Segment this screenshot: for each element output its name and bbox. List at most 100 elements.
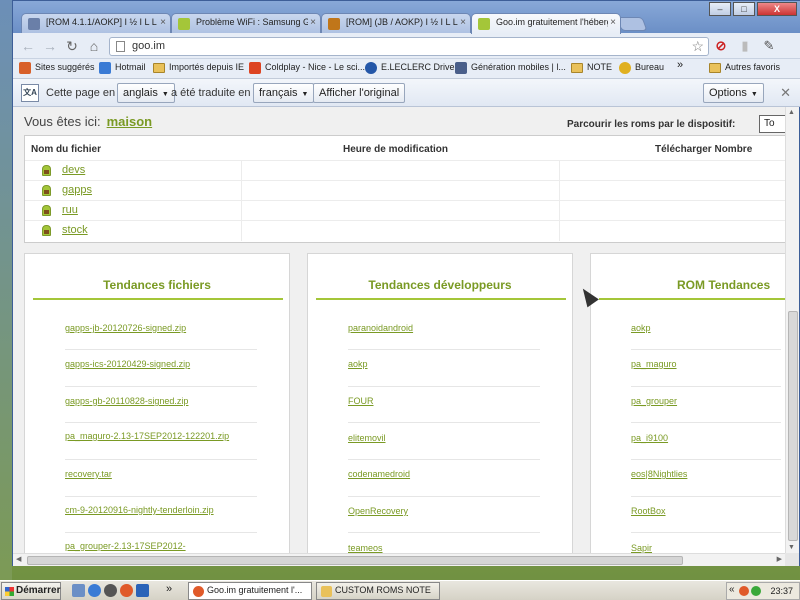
column-header-filename[interactable]: Nom du fichier — [31, 144, 101, 155]
back-arrow-icon[interactable]: ← — [19, 38, 37, 54]
translate-icon: 文A — [21, 84, 39, 102]
horizontal-scrollbar[interactable]: ◀ ▶ — [13, 553, 785, 566]
suggested-icon — [19, 62, 31, 74]
translate-options-button[interactable]: Options ▼ — [703, 83, 764, 103]
table-row[interactable]: gapps — [25, 180, 785, 201]
tab-rom-aokp[interactable]: [ROM 4.1.1/AOKP] I ½ I L L U × — [21, 13, 171, 33]
divider — [348, 386, 540, 387]
close-icon[interactable]: × — [610, 17, 616, 28]
device-browse-label: Parcourir les roms par le dispositif: — [567, 119, 736, 130]
breadcrumb: Vous êtes ici: maison — [24, 114, 152, 129]
list-item[interactable]: RootBox — [631, 505, 771, 517]
list-item[interactable]: gapps-gb-20110828-signed.zip — [65, 395, 251, 407]
bookmark-leclerc[interactable]: E.LECLERC Drive — [365, 62, 455, 74]
scroll-right-arrow-icon[interactable]: ▶ — [777, 555, 782, 563]
tab-goo-im[interactable]: Goo.im gratuitement l'héberg × — [471, 13, 621, 34]
quicklaunch-overflow-icon[interactable]: » — [166, 583, 172, 595]
bookmark-generation-mobiles[interactable]: Génération mobiles | l... — [455, 62, 566, 74]
scrollbar-thumb[interactable] — [27, 556, 683, 565]
folder-link[interactable]: stock — [62, 224, 88, 236]
ie-icon[interactable] — [88, 584, 101, 597]
chrome-quicklaunch-icon[interactable] — [120, 584, 133, 597]
bookmark-hotmail[interactable]: Hotmail — [99, 62, 146, 74]
show-original-button[interactable]: Afficher l'original — [313, 83, 406, 103]
folder-link[interactable]: gapps — [62, 184, 92, 196]
list-item[interactable]: eos|8Nightlies — [631, 468, 771, 480]
list-item[interactable]: codenamedroid — [348, 468, 534, 480]
list-item[interactable]: aokp — [631, 322, 771, 334]
android-folder-icon — [42, 205, 51, 216]
source-language-select[interactable]: anglais ▼ — [117, 83, 175, 103]
scroll-up-arrow-icon[interactable]: ▲ — [788, 109, 795, 116]
start-button[interactable]: Démarrer — [1, 582, 61, 600]
column-header-modified[interactable]: Heure de modification — [343, 144, 448, 155]
breadcrumb-home-link[interactable]: maison — [107, 114, 153, 129]
tab-probleme-wifi[interactable]: Problème WiFi : Samsung Gala × — [171, 13, 321, 33]
table-row[interactable]: devs — [25, 160, 785, 181]
list-item[interactable]: pa_maguro-2.13-17SEP2012-122201.zip — [65, 430, 251, 442]
home-icon[interactable]: ⌂ — [85, 38, 103, 54]
taskbar-window-goo[interactable]: Goo.im gratuitement l'... — [188, 582, 312, 600]
bookmark-importes-ie[interactable]: Importés depuis IE — [153, 62, 244, 73]
divider — [631, 422, 781, 423]
target-language-select[interactable]: français ▼ — [253, 83, 315, 103]
tab-rom-jb[interactable]: [ROM] (JB / AOKP) I ½ I L L U × — [321, 13, 471, 33]
close-icon[interactable]: × — [460, 17, 466, 28]
list-item[interactable]: cm-9-20120916-nightly-tenderloin.zip — [65, 504, 251, 516]
new-tab-button[interactable] — [616, 17, 648, 31]
device-select[interactable]: To — [759, 115, 785, 133]
bookmark-star-icon[interactable]: ☆ — [691, 38, 704, 55]
column-header-downloads[interactable]: Télécharger Nombre — [655, 144, 752, 155]
list-item[interactable]: pa_grouper — [631, 395, 771, 407]
opera-extension-icon[interactable]: ⊘ — [713, 38, 729, 54]
table-row[interactable]: ruu — [25, 200, 785, 221]
address-bar[interactable]: goo.im ☆ — [109, 37, 709, 56]
forward-arrow-icon[interactable]: → — [41, 38, 59, 54]
bookmark-coldplay[interactable]: Coldplay - Nice - Le sci... — [249, 62, 365, 74]
options-label: Options — [709, 87, 747, 99]
taskbar-window-custom-roms[interactable]: CUSTOM ROMS NOTE — [316, 582, 440, 600]
bookmark-bureau[interactable]: Bureau — [619, 62, 664, 74]
list-item[interactable]: teameos — [348, 542, 534, 553]
wrench-icon[interactable]: ✎ — [761, 38, 777, 54]
bookmark-sites-suggeres[interactable]: Sites suggérés — [19, 62, 95, 74]
scroll-down-arrow-icon[interactable]: ▼ — [788, 544, 795, 551]
folder-link[interactable]: devs — [62, 164, 85, 176]
scroll-left-arrow-icon[interactable]: ◀ — [16, 555, 21, 563]
close-icon[interactable]: × — [310, 17, 316, 28]
close-icon[interactable]: ✕ — [780, 85, 791, 101]
table-row[interactable]: stock — [25, 220, 785, 241]
app-quicklaunch-icon[interactable] — [136, 584, 149, 597]
list-item[interactable]: pa_i9100 — [631, 432, 771, 444]
list-item[interactable]: recovery.tar — [65, 468, 251, 480]
list-item[interactable]: elitemovil — [348, 432, 534, 444]
android-folder-icon — [42, 185, 51, 196]
show-desktop-icon[interactable] — [72, 584, 85, 597]
vertical-scrollbar[interactable]: ▲ ▼ — [785, 107, 799, 553]
folder-link[interactable]: ruu — [62, 204, 78, 216]
list-item[interactable]: gapps-ics-20120429-signed.zip — [65, 358, 251, 370]
media-player-icon[interactable] — [104, 584, 117, 597]
tray-network-icon[interactable] — [751, 586, 761, 596]
tray-app-icon[interactable] — [739, 586, 749, 596]
list-item[interactable]: pa_maguro — [631, 358, 771, 370]
signal-bars-icon[interactable]: ▮ — [737, 38, 753, 54]
list-item[interactable]: gapps-jb-20120726-signed.zip — [65, 322, 251, 334]
list-item[interactable]: OpenRecovery — [348, 505, 534, 517]
list-item[interactable]: pa_grouper-2.13-17SEP2012- — [65, 540, 251, 552]
list-item[interactable]: FOUR — [348, 395, 534, 407]
reload-icon[interactable]: ↻ — [63, 38, 81, 54]
maximize-button[interactable]: □ — [733, 2, 755, 16]
bookmark-autres-favoris[interactable]: Autres favoris — [709, 62, 780, 73]
close-window-button[interactable]: X — [757, 2, 797, 16]
list-item[interactable]: Sapir — [631, 542, 771, 553]
list-item[interactable]: aokp — [348, 358, 534, 370]
scrollbar-corner — [785, 553, 799, 566]
bookmarks-overflow-button[interactable]: » — [677, 59, 683, 71]
list-item[interactable]: paranoidandroid — [348, 322, 534, 334]
minimize-button[interactable]: – — [709, 2, 731, 16]
bookmark-note[interactable]: NOTE — [571, 62, 612, 73]
close-icon[interactable]: × — [160, 17, 166, 28]
scrollbar-thumb[interactable] — [788, 311, 798, 541]
tray-expand-icon[interactable]: « — [729, 584, 735, 595]
